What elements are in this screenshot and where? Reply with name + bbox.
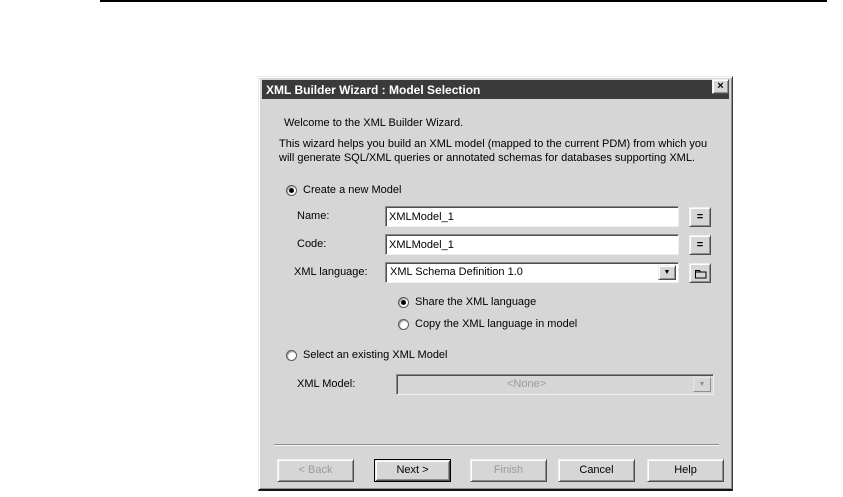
xml-model-combobox[interactable]: <None> ▼	[396, 374, 714, 395]
radio-existing-label: Select an existing XML Model	[303, 349, 448, 361]
intro-line-2: This wizard helps you build an XML model…	[279, 138, 708, 150]
xml-model-label: XML Model:	[297, 378, 356, 390]
equals-icon: =	[696, 211, 704, 223]
intro-line-1: Welcome to the XML Builder Wizard.	[284, 117, 464, 129]
xml-builder-wizard-dialog: XML Builder Wizard : Model Selection × W…	[258, 76, 733, 491]
radio-copy-label: Copy the XML language in model	[415, 318, 578, 330]
radio-selected-icon	[398, 297, 409, 308]
radio-create-label: Create a new Model	[303, 184, 402, 196]
finish-button[interactable]: Finish	[470, 459, 547, 482]
button-separator	[274, 444, 719, 446]
page-top-rule	[100, 0, 827, 2]
radio-share-label: Share the XML language	[415, 296, 537, 308]
chevron-down-icon: ▼	[663, 269, 671, 276]
radio-unselected-icon	[286, 350, 297, 361]
name-input[interactable]	[385, 206, 679, 227]
help-button[interactable]: Help	[647, 459, 724, 482]
dialog-title: XML Builder Wizard : Model Selection	[266, 82, 481, 97]
code-equals-button[interactable]: =	[689, 235, 711, 255]
equals-icon: =	[696, 239, 704, 251]
folder-icon	[694, 269, 706, 278]
code-label: Code:	[297, 238, 327, 250]
dialog-titlebar: XML Builder Wizard : Model Selection	[262, 80, 729, 99]
xml-language-dropdown-button[interactable]: ▼	[658, 265, 676, 280]
name-label: Name:	[297, 210, 330, 222]
xml-language-value: XML Schema Definition 1.0	[390, 266, 523, 278]
cancel-button[interactable]: Cancel	[558, 459, 635, 482]
radio-unselected-icon	[398, 319, 409, 330]
browse-language-button[interactable]	[689, 263, 711, 283]
xml-language-combobox[interactable]: XML Schema Definition 1.0 ▼	[385, 262, 679, 283]
xml-model-dropdown-button[interactable]: ▼	[693, 377, 711, 392]
radio-selected-icon	[286, 185, 297, 196]
code-input[interactable]	[385, 234, 679, 255]
chevron-down-icon: ▼	[698, 381, 706, 388]
close-button[interactable]: ×	[712, 79, 729, 94]
page-canvas: XML Builder Wizard : Model Selection × W…	[0, 0, 843, 497]
intro-line-3: will generate SQL/XML queries or annotat…	[279, 152, 695, 164]
close-icon: ×	[717, 80, 724, 92]
next-button[interactable]: Next >	[374, 459, 451, 482]
xml-language-label: XML language:	[294, 266, 368, 278]
back-button[interactable]: < Back	[277, 459, 354, 482]
xml-model-value: <None>	[507, 378, 547, 390]
name-equals-button[interactable]: =	[689, 207, 711, 227]
